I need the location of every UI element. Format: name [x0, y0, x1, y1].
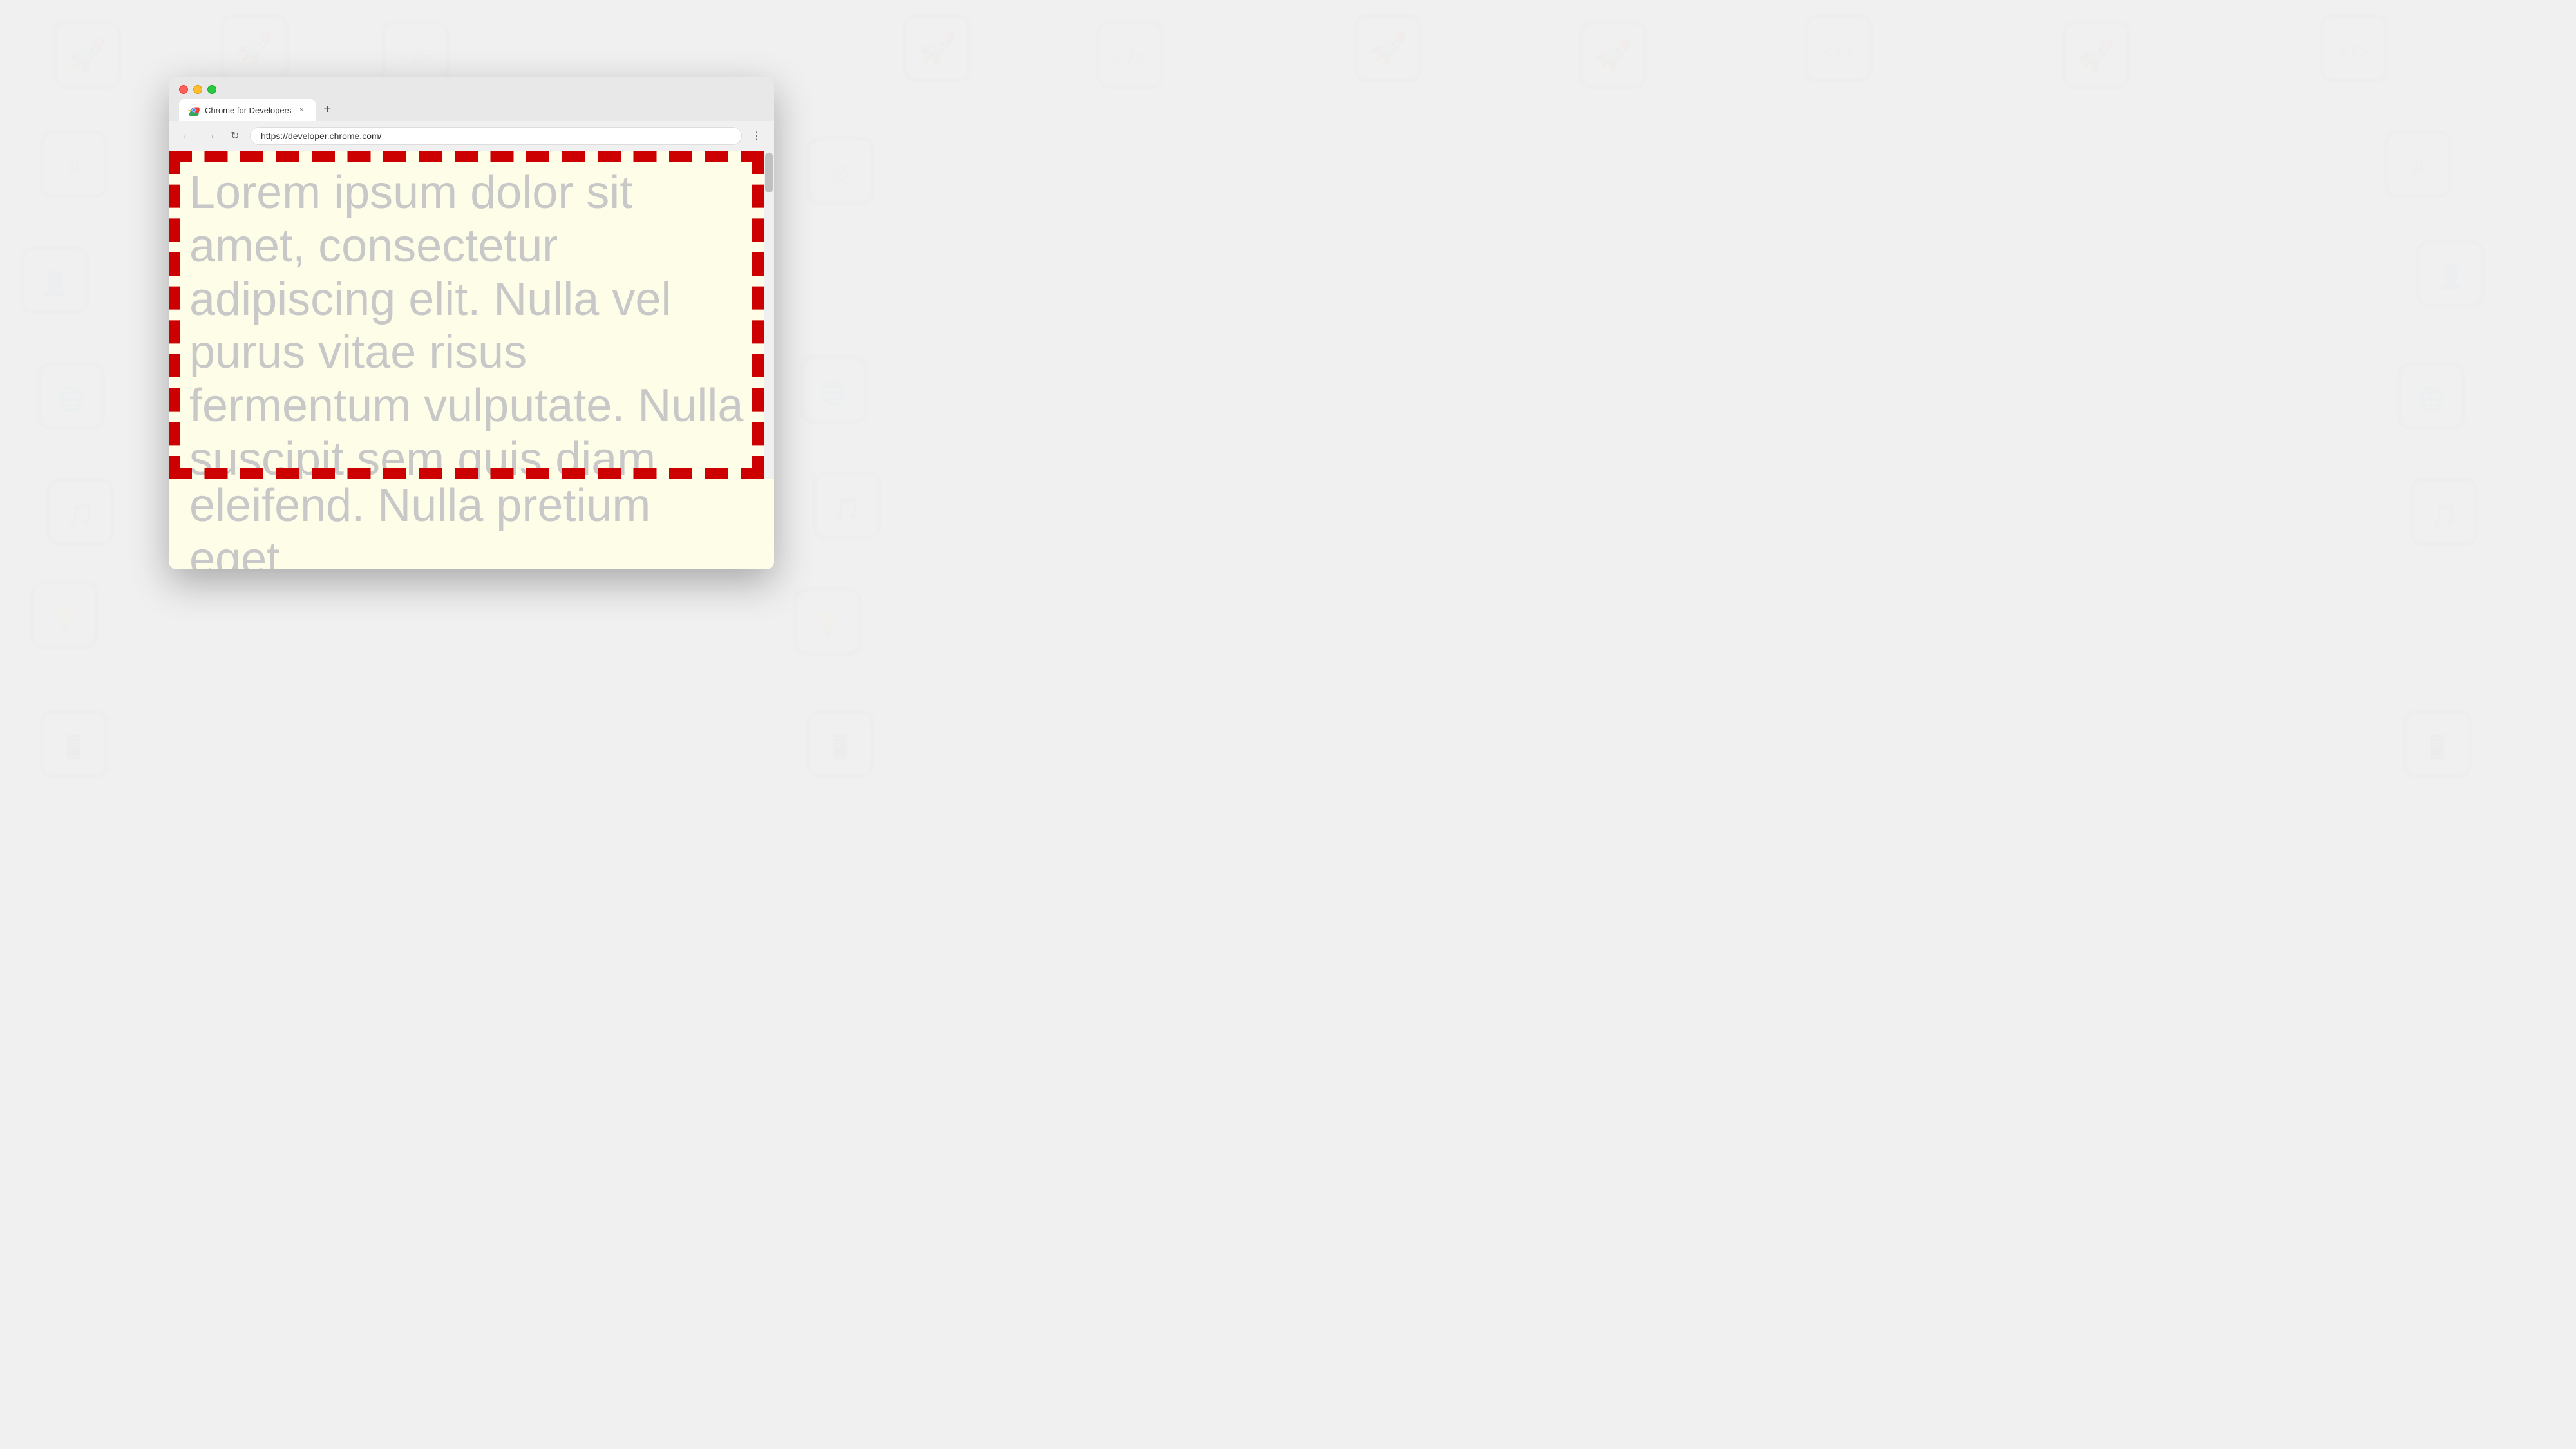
svg-text:</>: </>	[399, 44, 432, 71]
bg-deco-icon: </>	[2318, 13, 2389, 87]
back-button[interactable]: ←	[176, 126, 196, 146]
bg-deco-icon: 🎵	[45, 477, 116, 551]
bg-deco-icon: 🎵	[811, 470, 882, 544]
svg-text:🌐: 🌐	[820, 379, 849, 406]
svg-text:🚀: 🚀	[1594, 37, 1633, 73]
bg-deco-icon: 🌐	[799, 354, 869, 428]
svg-text:👤: 👤	[2436, 263, 2465, 290]
address-bar[interactable]: https://developer.chrome.com/	[250, 127, 742, 145]
svg-text:</>: </>	[2337, 38, 2371, 64]
svg-text:🎵: 🎵	[2430, 502, 2459, 528]
svg-text:</>: </>	[1822, 38, 1855, 64]
svg-text:🎵: 🎵	[66, 502, 95, 528]
bg-deco-icon: 📱	[2402, 708, 2473, 782]
bg-deco-icon: 🌐	[2396, 361, 2467, 435]
bg-deco-icon: 📱	[39, 708, 109, 782]
refresh-button[interactable]: ↻	[225, 126, 245, 146]
svg-text:#: #	[2412, 154, 2425, 180]
maximize-button[interactable]	[207, 85, 216, 94]
bg-deco-icon: </>	[1803, 13, 1874, 87]
tab-close-button[interactable]: ×	[296, 105, 307, 115]
svg-text:#: #	[68, 154, 80, 180]
svg-text:🚀: 🚀	[2077, 37, 2116, 73]
bg-deco-icon: 🚀	[219, 13, 290, 87]
bg-deco-icon: 🎵	[2409, 477, 2479, 551]
browser-window: Chrome for Developers × + ← → ↻ https://…	[169, 77, 774, 569]
svg-text:📱: 📱	[826, 734, 855, 760]
bg-deco-icon: ⚙	[805, 135, 876, 209]
tab-title: Chrome for Developers	[205, 106, 291, 115]
bg-deco-icon: 🚀	[1578, 19, 1649, 93]
bg-deco-icon: 👤	[19, 245, 90, 319]
bg-deco-icon: 📱	[805, 708, 876, 782]
scrollbar-thumb[interactable]	[765, 153, 773, 192]
svg-text:🚀: 🚀	[235, 31, 274, 66]
traffic-lights-row	[179, 85, 764, 94]
below-fold-content: eleifend. Nulla pretium eget	[169, 479, 774, 569]
browser-tab-active[interactable]: Chrome for Developers ×	[179, 99, 316, 121]
bg-deco-icon: 🚀	[52, 19, 122, 93]
svg-text:📱: 📱	[60, 734, 89, 760]
bg-deco-icon: 🌐	[35, 361, 106, 435]
address-text: https://developer.chrome.com/	[261, 131, 731, 141]
svg-text:🌐: 🌐	[57, 386, 86, 412]
svg-text:🚀: 🚀	[1368, 31, 1407, 66]
svg-text:📱: 📱	[2423, 734, 2452, 760]
bg-deco-icon: 💡	[29, 580, 100, 654]
menu-button[interactable]: ⋮	[747, 126, 766, 146]
svg-text:👤: 👤	[41, 270, 70, 296]
svg-text:💡: 💡	[813, 611, 842, 638]
tabs-row: Chrome for Developers × +	[179, 99, 764, 121]
page-content-text: Lorem ipsum dolor sit amet, consectetur …	[169, 151, 774, 479]
svg-text:🌐: 🌐	[2417, 386, 2446, 412]
minimize-button[interactable]	[193, 85, 202, 94]
bg-deco-icon: 👤	[2415, 238, 2486, 312]
new-tab-button[interactable]: +	[317, 99, 337, 120]
close-button[interactable]	[179, 85, 188, 94]
scrollbar[interactable]	[764, 151, 774, 479]
bg-deco-icon: 🚀	[2061, 19, 2132, 93]
content-area: Lorem ipsum dolor sit amet, consectetur …	[169, 151, 774, 479]
bg-deco-icon: #	[39, 129, 109, 203]
svg-text:🚀: 🚀	[68, 37, 106, 73]
bg-deco-icon: 🚀	[902, 13, 972, 87]
svg-text:🎵: 🎵	[833, 495, 862, 522]
svg-text:⚙: ⚙	[830, 160, 851, 187]
svg-text:💡: 💡	[50, 605, 79, 631]
svg-text:</>: </>	[1113, 44, 1147, 71]
title-bar: Chrome for Developers × +	[169, 77, 774, 121]
svg-text:🚀: 🚀	[918, 31, 956, 66]
toolbar: ← → ↻ https://developer.chrome.com/ ⋮	[169, 121, 774, 151]
bg-deco-icon: #	[2383, 129, 2454, 203]
tab-favicon	[188, 104, 200, 116]
forward-button[interactable]: →	[201, 126, 220, 146]
bg-deco-icon: 💡	[792, 586, 863, 660]
bg-deco-icon: 🚀	[1352, 13, 1423, 87]
bg-deco-icon: </>	[1095, 19, 1166, 93]
